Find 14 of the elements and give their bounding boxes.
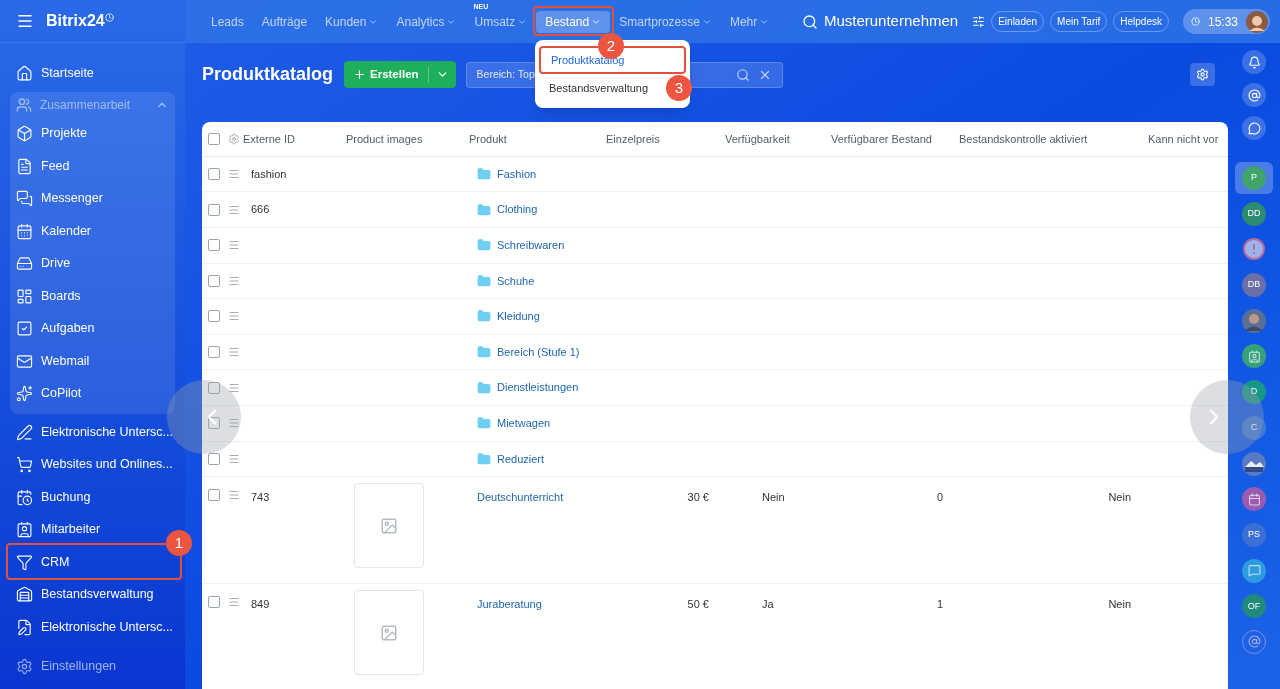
table-cell: 743 (251, 491, 270, 504)
table-cell: 30 € (687, 491, 709, 504)
table-cell: 0 (936, 491, 943, 504)
table-cell: Nein (1108, 598, 1131, 611)
table-cell: Nein (762, 491, 785, 504)
table-cell: 849 (251, 598, 270, 611)
table-cell: 1 (936, 598, 943, 611)
table-cell: Ja (762, 598, 774, 611)
company-name: Musterunternehmen (823, 11, 959, 32)
table-cell: 50 € (687, 598, 709, 611)
table-cell: fashion (251, 167, 287, 180)
table-cell: 666 (251, 203, 270, 216)
page-title: Produktkatalog (202, 63, 335, 87)
table-cell: Nein (1108, 491, 1131, 504)
